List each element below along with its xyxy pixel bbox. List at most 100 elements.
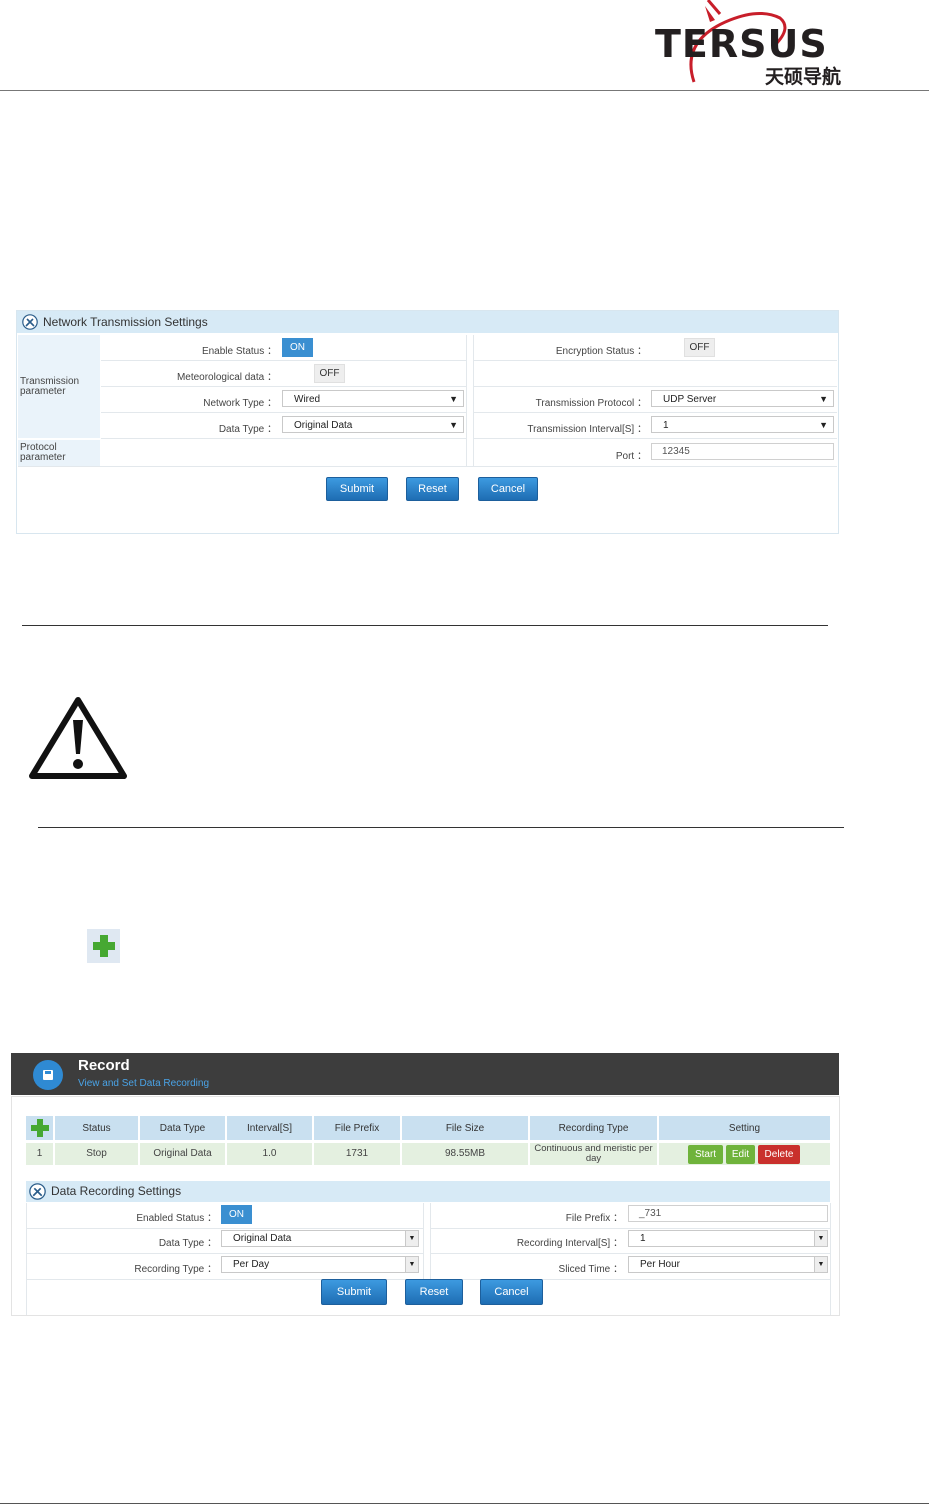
enabled-status-toggle[interactable]: ON bbox=[221, 1205, 252, 1224]
logo-text: TERSUS bbox=[655, 22, 828, 66]
protocol-parameter-label: Protocol parameter bbox=[20, 442, 66, 463]
recording-type-select[interactable]: Per Day ▼ bbox=[221, 1256, 419, 1273]
row-divider bbox=[26, 1253, 424, 1254]
column-header-file-size: File Size bbox=[402, 1116, 528, 1140]
column-divider bbox=[430, 1203, 431, 1279]
table-row: 1 Stop Original Data 1.0 1731 98.55MB Co… bbox=[26, 1143, 830, 1165]
transmission-protocol-label: Transmission Protocol ： bbox=[535, 398, 647, 409]
column-header-file-prefix: File Prefix bbox=[314, 1116, 400, 1140]
add-icon bbox=[93, 935, 115, 957]
warning-top-rule bbox=[22, 625, 828, 626]
encryption-status-toggle[interactable]: OFF bbox=[684, 338, 715, 357]
edit-button[interactable]: Edit bbox=[726, 1145, 755, 1164]
cancel-button[interactable]: Cancel bbox=[478, 477, 538, 501]
dropdown-arrow-icon: ▼ bbox=[405, 1257, 418, 1272]
warning-triangle-icon bbox=[29, 697, 127, 779]
enable-status-toggle[interactable]: ON bbox=[282, 338, 313, 357]
column-divider bbox=[473, 335, 474, 466]
network-transmission-panel: Network Transmission Settings Transmissi… bbox=[16, 310, 839, 534]
row-recording-type: Continuous and meristic per day bbox=[530, 1143, 657, 1165]
dropdown-arrow-icon: ▼ bbox=[819, 394, 828, 404]
row-divider bbox=[474, 412, 837, 413]
row-divider bbox=[101, 360, 467, 361]
row-file-size: 98.55MB bbox=[402, 1143, 528, 1165]
column-header-data-type: Data Type bbox=[140, 1116, 225, 1140]
dropdown-arrow-icon: ▼ bbox=[449, 420, 458, 430]
column-header-status: Status bbox=[55, 1116, 138, 1140]
row-divider bbox=[101, 412, 467, 413]
row-divider bbox=[431, 1228, 830, 1229]
port-label: Port ： bbox=[615, 451, 647, 462]
row-interval: 1.0 bbox=[227, 1143, 312, 1165]
enable-status-label: Enable Status ： bbox=[201, 346, 277, 357]
reset-button[interactable]: Reset bbox=[406, 477, 459, 501]
column-header-recording-type: Recording Type bbox=[530, 1116, 657, 1140]
add-icon-box bbox=[87, 929, 120, 963]
column-header-setting: Setting bbox=[659, 1116, 830, 1140]
transmission-interval-label: Transmission Interval[S] ： bbox=[527, 424, 647, 435]
dropdown-arrow-icon: ▼ bbox=[819, 420, 828, 430]
data-type-select[interactable]: Original Data ▼ bbox=[221, 1230, 419, 1247]
right-border bbox=[830, 1203, 831, 1315]
header-rule bbox=[0, 90, 929, 91]
submit-button[interactable]: Submit bbox=[326, 477, 388, 501]
recording-interval-label: Recording Interval[S] ： bbox=[516, 1238, 623, 1249]
cancel-button[interactable]: Cancel bbox=[480, 1279, 543, 1305]
data-type-select[interactable]: Original Data ▼ bbox=[282, 416, 464, 433]
panel-titlebar: Network Transmission Settings bbox=[17, 311, 838, 333]
dropdown-arrow-icon: ▼ bbox=[814, 1231, 827, 1246]
row-setting-cell: Start Edit Delete bbox=[659, 1143, 830, 1165]
transmission-protocol-select[interactable]: UDP Server ▼ bbox=[651, 390, 834, 407]
record-table-header: Status Data Type Interval[S] File Prefix… bbox=[26, 1116, 830, 1141]
warning-bottom-rule bbox=[38, 827, 844, 828]
network-type-select[interactable]: Wired ▼ bbox=[282, 390, 464, 407]
port-input[interactable]: 12345 bbox=[651, 443, 834, 460]
file-prefix-label: File Prefix ： bbox=[565, 1213, 623, 1224]
data-type-label: Data Type ： bbox=[218, 424, 277, 435]
row-divider bbox=[26, 1228, 424, 1229]
floppy-disk-icon bbox=[43, 1070, 53, 1080]
delete-button[interactable]: Delete bbox=[758, 1145, 800, 1164]
recording-interval-value: 1 bbox=[640, 1233, 646, 1244]
row-data-type: Original Data bbox=[140, 1143, 225, 1165]
file-prefix-input[interactable]: _731 bbox=[628, 1205, 828, 1222]
row-divider bbox=[101, 438, 467, 439]
record-body: Status Data Type Interval[S] File Prefix… bbox=[11, 1096, 840, 1316]
add-record-button[interactable] bbox=[26, 1116, 53, 1140]
transmission-interval-select[interactable]: 1 ▼ bbox=[651, 416, 834, 433]
row-divider bbox=[474, 360, 837, 361]
dropdown-arrow-icon: ▼ bbox=[814, 1257, 827, 1272]
sliced-time-value: Per Hour bbox=[640, 1259, 681, 1270]
record-icon-circle bbox=[33, 1060, 63, 1090]
encryption-status-label: Encryption Status ： bbox=[555, 346, 647, 357]
column-divider bbox=[466, 335, 467, 466]
reset-button[interactable]: Reset bbox=[405, 1279, 463, 1305]
record-title: Record bbox=[78, 1057, 130, 1074]
recording-interval-select[interactable]: 1 ▼ bbox=[628, 1230, 828, 1247]
row-file-prefix: 1731 bbox=[314, 1143, 400, 1165]
add-icon bbox=[30, 1119, 49, 1137]
sliced-time-select[interactable]: Per Hour ▼ bbox=[628, 1256, 828, 1273]
network-type-label: Network Type ： bbox=[203, 398, 277, 409]
transmission-interval-value: 1 bbox=[663, 420, 669, 431]
left-border bbox=[26, 1203, 27, 1315]
start-button[interactable]: Start bbox=[688, 1145, 723, 1164]
settings-title: Data Recording Settings bbox=[51, 1184, 182, 1198]
row-divider bbox=[431, 1253, 830, 1254]
data-type-label: Data Type ： bbox=[158, 1238, 217, 1249]
footer-rule bbox=[0, 1503, 929, 1504]
transmission-parameter-cell: Transmission parameter bbox=[18, 335, 100, 438]
row-index: 1 bbox=[26, 1143, 53, 1165]
column-header-interval: Interval[S] bbox=[227, 1116, 312, 1140]
meteorological-data-toggle[interactable]: OFF bbox=[314, 364, 345, 383]
panel-title: Network Transmission Settings bbox=[43, 315, 208, 329]
data-type-value: Original Data bbox=[294, 420, 353, 431]
row-status: Stop bbox=[55, 1143, 138, 1165]
row-divider bbox=[18, 466, 837, 467]
submit-button[interactable]: Submit bbox=[321, 1279, 387, 1305]
row-divider bbox=[101, 386, 467, 387]
logo-chinese-text: 天硕导航 bbox=[765, 66, 842, 88]
column-divider bbox=[423, 1203, 424, 1279]
tools-icon bbox=[22, 314, 38, 330]
sliced-time-label: Sliced Time ： bbox=[558, 1264, 623, 1275]
